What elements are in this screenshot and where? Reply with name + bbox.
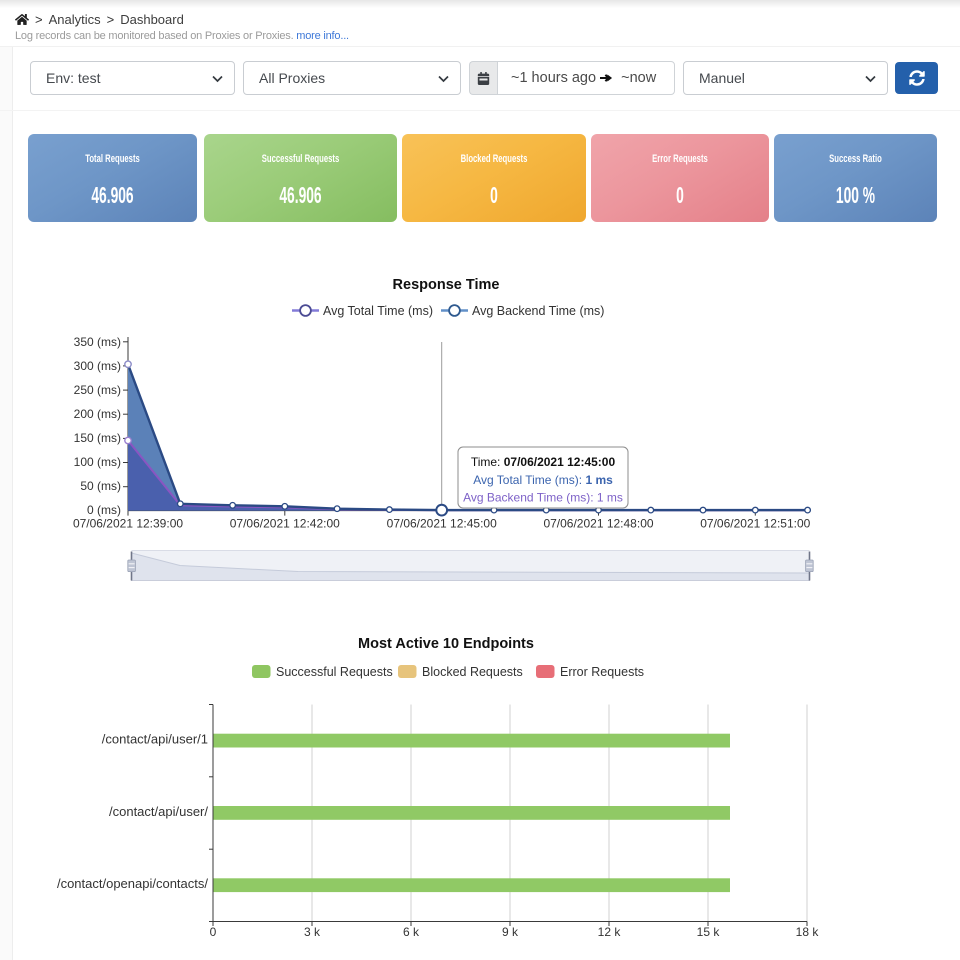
svg-text:07/06/2021 12:45:00: 07/06/2021 12:45:00 <box>387 517 497 531</box>
svg-text:07/06/2021 12:39:00: 07/06/2021 12:39:00 <box>73 517 183 531</box>
svg-text:/contact/api/user/1: /contact/api/user/1 <box>102 732 208 747</box>
svg-text:Blocked Requests: Blocked Requests <box>422 665 523 679</box>
svg-text:Avg Total Time (ms): Avg Total Time (ms) <box>323 304 433 318</box>
svg-text:100 (ms): 100 (ms) <box>74 455 121 469</box>
svg-text:/contact/openapi/contacts/: /contact/openapi/contacts/ <box>57 876 208 891</box>
svg-text:Most Active 10 Endpoints: Most Active 10 Endpoints <box>358 636 534 652</box>
svg-text:0 (ms): 0 (ms) <box>87 503 121 517</box>
svg-text:250 (ms): 250 (ms) <box>74 383 121 397</box>
svg-text:350 (ms): 350 (ms) <box>74 335 121 349</box>
svg-text:50 (ms): 50 (ms) <box>80 479 121 493</box>
svg-text:150 (ms): 150 (ms) <box>74 431 121 445</box>
svg-text:Response Time: Response Time <box>393 277 500 293</box>
svg-text:3 k: 3 k <box>304 925 321 939</box>
svg-text:9 k: 9 k <box>502 925 519 939</box>
svg-text:200 (ms): 200 (ms) <box>74 407 121 421</box>
svg-text:/contact/api/user/: /contact/api/user/ <box>109 804 208 819</box>
svg-text:07/06/2021 12:48:00: 07/06/2021 12:48:00 <box>543 517 653 531</box>
svg-text:0: 0 <box>210 925 217 939</box>
svg-text:18 k: 18 k <box>796 925 820 939</box>
svg-text:Avg Backend Time (ms): 1 ms: Avg Backend Time (ms): 1 ms <box>463 491 623 505</box>
svg-text:Time: 07/06/2021 12:45:00: Time: 07/06/2021 12:45:00 <box>471 455 616 469</box>
svg-text:6 k: 6 k <box>403 925 420 939</box>
svg-text:15 k: 15 k <box>697 925 721 939</box>
svg-text:Error Requests: Error Requests <box>560 665 644 679</box>
svg-text:Avg Total Time (ms): 1 ms: Avg Total Time (ms): 1 ms <box>473 473 613 487</box>
svg-text:Avg Backend Time (ms): Avg Backend Time (ms) <box>472 304 604 318</box>
svg-text:Successful Requests: Successful Requests <box>276 665 393 679</box>
svg-text:07/06/2021 12:51:00: 07/06/2021 12:51:00 <box>700 517 810 531</box>
svg-text:07/06/2021 12:42:00: 07/06/2021 12:42:00 <box>230 517 340 531</box>
svg-text:12 k: 12 k <box>598 925 622 939</box>
svg-text:300 (ms): 300 (ms) <box>74 359 121 373</box>
